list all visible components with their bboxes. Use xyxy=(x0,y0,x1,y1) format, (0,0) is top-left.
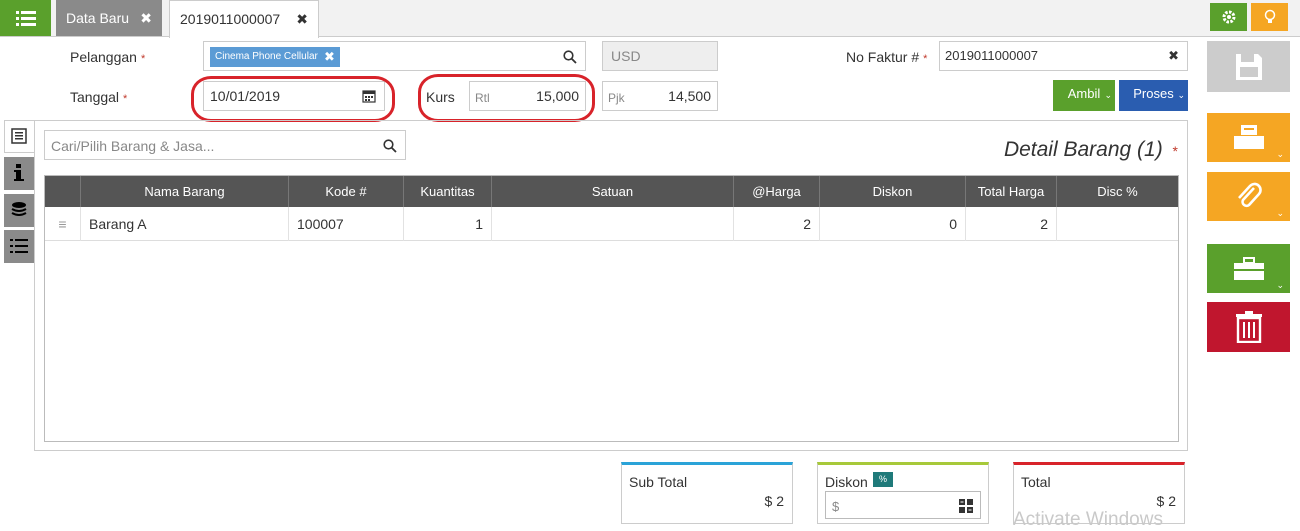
calculator-icon[interactable] xyxy=(959,499,973,513)
discount-input[interactable]: $ xyxy=(825,491,981,519)
paperclip-icon xyxy=(1238,182,1262,208)
info-icon xyxy=(14,164,24,181)
rate-pjk-input[interactable]: Pjk 14,500 xyxy=(602,81,718,111)
close-icon[interactable]: ✖ xyxy=(296,1,308,37)
drag-handle-icon[interactable]: ≡ xyxy=(45,207,81,241)
search-placeholder: Cari/Pilih Barang & Jasa... xyxy=(51,138,215,154)
briefcase-button[interactable]: ⌄ xyxy=(1207,244,1290,293)
column-header[interactable]: Disc % xyxy=(1057,176,1178,207)
no-faktur-label: No Faktur # * xyxy=(846,49,928,65)
cell-kuantitas[interactable]: 1 xyxy=(404,207,492,241)
lightbulb-icon xyxy=(1264,9,1276,23)
tab-data-baru[interactable]: Data Baru ✖ xyxy=(56,0,162,36)
column-header[interactable]: Total Harga xyxy=(966,176,1057,207)
menu-button[interactable] xyxy=(0,0,51,36)
column-header[interactable]: Kuantitas xyxy=(404,176,492,207)
gear-icon xyxy=(1222,10,1236,24)
cell-total[interactable]: 2 xyxy=(966,207,1057,241)
pjk-label: Pjk xyxy=(608,91,625,105)
total-label: Total xyxy=(1021,474,1051,490)
column-header[interactable]: Kode # xyxy=(289,176,404,207)
attach-button[interactable]: ⌄ xyxy=(1207,172,1290,221)
cell-kode[interactable]: 100007 xyxy=(289,207,404,241)
tab-bar: Data Baru ✖ 2019011000007 ✖ xyxy=(0,0,1300,38)
detail-title: Detail Barang (1) * xyxy=(1003,138,1178,161)
total-value: $ 2 xyxy=(1156,493,1176,509)
cell-harga[interactable]: 2 xyxy=(734,207,820,241)
tab-detail-list[interactable] xyxy=(4,120,34,153)
tab-label: Data Baru xyxy=(66,10,130,26)
cell-disc-pct[interactable] xyxy=(1057,207,1178,241)
save-icon xyxy=(1236,54,1262,80)
subtotal-label: Sub Total xyxy=(629,474,688,490)
chevron-down-icon: ⌄ xyxy=(1104,90,1112,100)
tanggal-label: Tanggal * xyxy=(70,89,128,105)
checklist-icon xyxy=(10,239,28,253)
proses-button[interactable]: Proses ⌄ xyxy=(1119,80,1188,111)
print-icon xyxy=(1234,125,1264,149)
delete-button[interactable] xyxy=(1207,302,1290,352)
discount-box: Diskon % $ xyxy=(817,462,989,524)
document-list-icon xyxy=(11,128,27,144)
column-header[interactable]: Satuan xyxy=(492,176,734,207)
list-menu-icon xyxy=(16,11,36,26)
tab-invoice[interactable]: 2019011000007 ✖ xyxy=(169,0,319,38)
cell-satuan[interactable] xyxy=(492,207,734,241)
pjk-value: 14,500 xyxy=(668,88,711,104)
clear-icon[interactable]: ✖ xyxy=(1168,42,1179,70)
customer-tag: Cinema Phone Cellular ✖ xyxy=(210,47,340,67)
chevron-down-icon: ⌄ xyxy=(1276,149,1284,159)
tab-label: 2019011000007 xyxy=(180,11,281,27)
subtotal-value: $ 2 xyxy=(764,493,784,509)
pelanggan-label: Pelanggan * xyxy=(70,49,146,65)
column-header[interactable]: @Harga xyxy=(734,176,820,207)
cell-nama[interactable]: Barang A xyxy=(81,207,289,241)
save-button[interactable] xyxy=(1207,41,1290,92)
column-header[interactable]: Nama Barang xyxy=(81,176,289,207)
close-icon[interactable]: ✖ xyxy=(140,0,152,36)
trash-icon xyxy=(1236,311,1262,343)
column-header-handle xyxy=(45,176,81,207)
tab-checklist[interactable] xyxy=(4,230,34,263)
cell-diskon[interactable]: 0 xyxy=(820,207,966,241)
customer-select[interactable]: Cinema Phone Cellular ✖ xyxy=(203,41,586,71)
grid-header: Nama Barang Kode # Kuantitas Satuan @Har… xyxy=(45,176,1178,207)
invoice-number-input[interactable]: 2019011000007 ✖ xyxy=(939,41,1188,71)
chevron-down-icon: ⌄ xyxy=(1276,280,1284,290)
discount-placeholder: $ xyxy=(832,499,840,514)
chevron-down-icon: ⌄ xyxy=(1177,90,1185,100)
activate-windows-watermark: Activate Windows xyxy=(1013,509,1163,530)
remove-tag-icon[interactable]: ✖ xyxy=(324,47,335,67)
print-button[interactable]: ⌄ xyxy=(1207,113,1290,162)
item-search-input[interactable]: Cari/Pilih Barang & Jasa... xyxy=(44,130,406,160)
column-header[interactable]: Diskon xyxy=(820,176,966,207)
settings-button[interactable] xyxy=(1210,3,1247,31)
briefcase-icon xyxy=(1234,257,1264,280)
tab-info[interactable] xyxy=(4,157,34,190)
highlight-ring-kurs xyxy=(418,74,595,122)
tips-button[interactable] xyxy=(1251,3,1288,31)
discount-label: Diskon xyxy=(825,474,868,490)
currency-field: USD xyxy=(602,41,718,71)
percent-toggle[interactable]: % xyxy=(873,472,893,487)
tab-money[interactable] xyxy=(4,194,34,227)
table-row[interactable]: ≡ Barang A 100007 1 2 0 2 xyxy=(45,207,1178,241)
invoice-number-value: 2019011000007 xyxy=(945,48,1039,63)
highlight-ring-date xyxy=(191,76,395,122)
items-grid: Nama Barang Kode # Kuantitas Satuan @Har… xyxy=(44,175,1179,442)
subtotal-box: Sub Total $ 2 xyxy=(621,462,793,524)
search-icon[interactable] xyxy=(563,50,577,64)
ambil-button[interactable]: Ambil ⌄ xyxy=(1053,80,1115,111)
chevron-down-icon: ⌄ xyxy=(1276,208,1284,218)
coins-icon xyxy=(11,202,27,216)
search-icon[interactable] xyxy=(383,139,397,153)
